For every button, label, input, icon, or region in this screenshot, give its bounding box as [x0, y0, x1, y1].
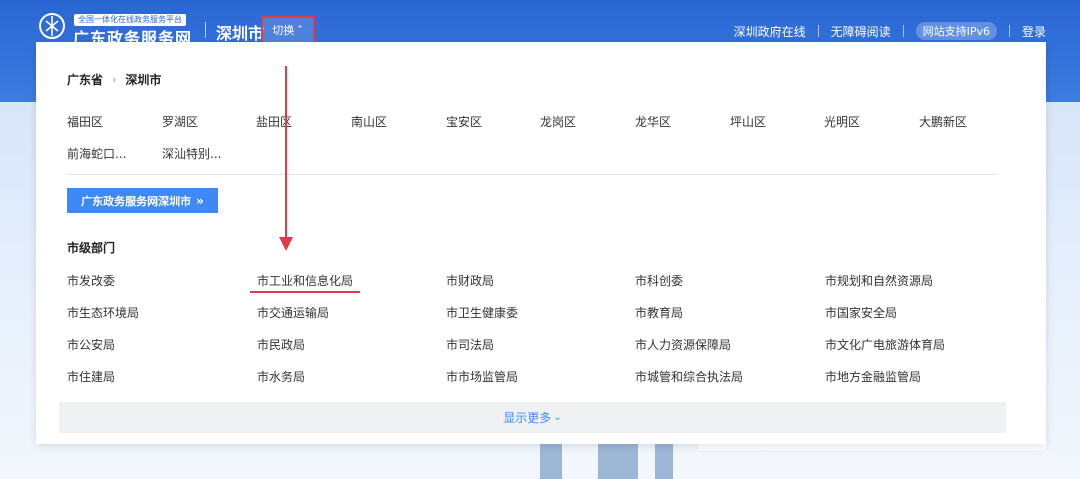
show-more-label: 显示更多	[503, 411, 552, 425]
city-switch-dropdown: 广东省 › 深圳市 福田区 罗湖区 盐田区 南山区 宝安区 龙岗区 龙华区 坪山…	[36, 42, 1046, 444]
city-portal-button[interactable]: 广东政务服务网深圳市 »	[67, 188, 218, 213]
department-link[interactable]: 市教育局	[635, 304, 683, 321]
district-link[interactable]: 大鹏新区	[919, 113, 967, 130]
department-link[interactable]: 市规划和自然资源局	[825, 272, 933, 289]
department-link[interactable]: 市文化广电旅游体育局	[825, 336, 945, 353]
ipv6-badge: 网站支持IPv6	[915, 22, 997, 40]
background-card	[698, 444, 1046, 450]
district-link[interactable]: 深汕特别...	[162, 145, 221, 162]
site-logo-icon[interactable]	[36, 12, 68, 40]
header-divider	[205, 22, 206, 38]
department-link[interactable]: 市财政局	[446, 272, 494, 289]
department-link[interactable]: 市住建局	[67, 368, 115, 385]
district-link[interactable]: 坪山区	[730, 113, 766, 130]
department-link[interactable]: 市城管和综合执法局	[635, 368, 743, 385]
department-link[interactable]: 市生态环境局	[67, 304, 139, 321]
double-chevron-right-icon: »	[196, 193, 204, 208]
switch-city-button[interactable]: 切换 ⌃	[261, 16, 315, 44]
city-skyline	[540, 439, 562, 479]
chevron-down-icon: ⌄	[553, 412, 562, 423]
nav-accessibility[interactable]: 无障碍阅读	[831, 23, 891, 40]
city-skyline	[655, 443, 673, 479]
department-link[interactable]: 市人力资源保障局	[635, 336, 731, 353]
department-link[interactable]: 市科创委	[635, 272, 683, 289]
show-more-button[interactable]: 显示更多 ⌄	[59, 402, 1006, 433]
section-divider	[67, 174, 998, 175]
top-header: 全国一体化在线政务服务平台 广东政务服务网 深圳市 切换 ⌃ 深圳政府在线 无障…	[0, 0, 1080, 48]
section-title: 市级部门	[67, 241, 116, 255]
department-link[interactable]: 市发改委	[67, 272, 115, 289]
chevron-up-icon: ⌃	[296, 25, 304, 35]
nav-divider	[902, 25, 904, 37]
department-link[interactable]: 市交通运输局	[257, 304, 329, 321]
department-link[interactable]: 市工业和信息化局	[257, 272, 353, 289]
arrow-head-icon	[279, 237, 293, 251]
district-link[interactable]: 福田区	[67, 113, 103, 130]
header-nav: 深圳政府在线 无障碍阅读 网站支持IPv6 登录	[734, 22, 1046, 40]
department-link[interactable]: 市卫生健康委	[446, 304, 518, 321]
department-link[interactable]: 市地方金融监管局	[825, 368, 921, 385]
district-link[interactable]: 龙华区	[635, 113, 671, 130]
district-link[interactable]: 宝安区	[446, 113, 482, 130]
department-link[interactable]: 市公安局	[67, 336, 115, 353]
district-link[interactable]: 前海蛇口...	[67, 145, 126, 162]
district-link[interactable]: 龙岗区	[540, 113, 576, 130]
department-link[interactable]: 市国家安全局	[825, 304, 897, 321]
department-link[interactable]: 市民政局	[257, 336, 305, 353]
breadcrumb-province[interactable]: 广东省	[67, 71, 103, 88]
department-link[interactable]: 市司法局	[446, 336, 494, 353]
chevron-right-icon: ›	[112, 73, 117, 86]
breadcrumb: 广东省 › 深圳市	[67, 71, 161, 88]
department-link[interactable]: 市水务局	[257, 368, 305, 385]
switch-label: 切换	[272, 24, 295, 37]
portal-button-label: 广东政务服务网深圳市	[81, 194, 192, 208]
district-link[interactable]: 光明区	[824, 113, 860, 130]
district-link[interactable]: 南山区	[351, 113, 387, 130]
login-link[interactable]: 登录	[1022, 23, 1046, 40]
breadcrumb-city[interactable]: 深圳市	[125, 71, 161, 88]
department-link[interactable]: 市市场监管局	[446, 368, 518, 385]
nav-divider	[817, 25, 819, 37]
annotation-arrow	[285, 66, 287, 238]
highlight-underline	[250, 291, 360, 293]
district-link[interactable]: 罗湖区	[162, 113, 198, 130]
nav-divider	[1008, 25, 1010, 37]
nav-gov-online[interactable]: 深圳政府在线	[734, 23, 806, 40]
current-city: 深圳市	[216, 24, 265, 43]
